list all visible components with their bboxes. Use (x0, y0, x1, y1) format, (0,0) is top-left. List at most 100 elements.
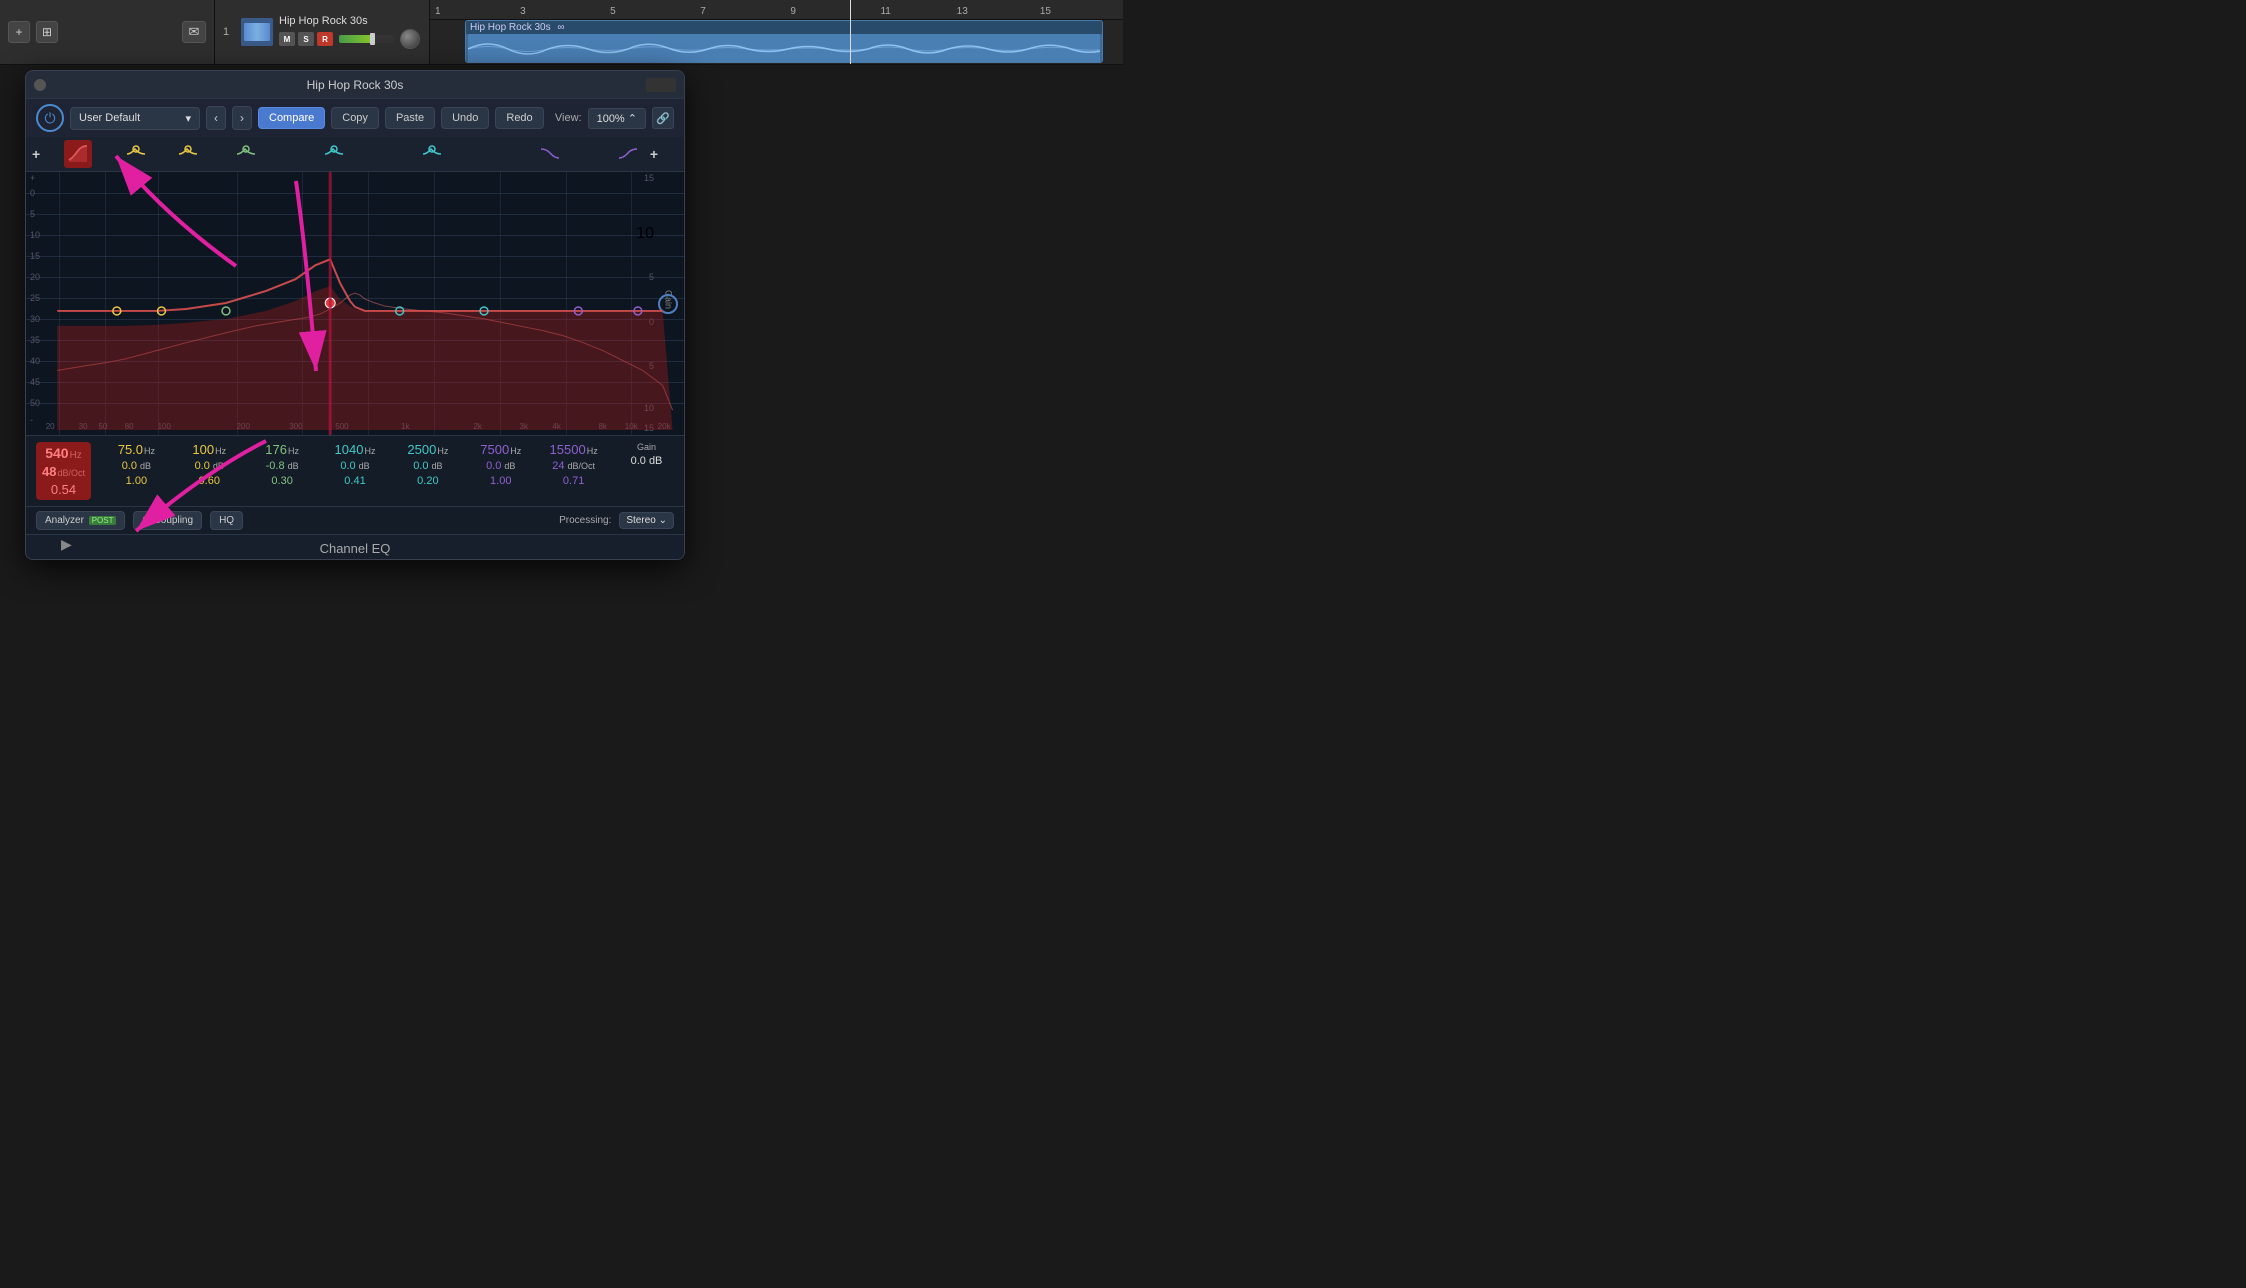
inbox-button[interactable]: ✉ (182, 21, 206, 43)
eq-close-button[interactable] (34, 79, 46, 91)
forward-button[interactable]: › (232, 106, 252, 130)
processing-select[interactable]: Stereo ⌄ (619, 512, 674, 529)
band-5-freq: 1040 (335, 442, 364, 457)
band-3-freq: 100 (192, 442, 214, 457)
band-8-freq: 15500 (550, 442, 586, 457)
analyzer-button[interactable]: Analyzer POST (36, 511, 125, 530)
band-5-freq-unit: Hz (364, 446, 375, 456)
band-4-params: 176 Hz -0.8 dB 0.30 (255, 442, 310, 487)
view-label: View: (555, 112, 582, 124)
band-4-db: -0.8 dB (266, 460, 299, 472)
eq-footer: Analyzer POST Q-Coupling HQ Processing: … (26, 506, 684, 534)
view-percent[interactable]: 100% ⌃ (588, 108, 646, 129)
ruler-mark-7: 7 (700, 6, 706, 17)
band-8-icon (617, 144, 639, 164)
processing-label: Processing: (559, 515, 611, 526)
band-1-freq: 540 (45, 445, 68, 461)
link-button[interactable]: 🔗 (652, 107, 674, 129)
undo-button[interactable]: Undo (441, 107, 489, 129)
band-1-q: 0.54 (51, 482, 76, 497)
paste-button[interactable]: Paste (385, 107, 435, 129)
audio-clip[interactable]: Hip Hop Rock 30s ∞ (465, 20, 1103, 63)
back-button[interactable]: ‹ (206, 106, 226, 130)
eq-maximize-button[interactable] (646, 78, 676, 92)
compare-button[interactable]: Compare (258, 107, 325, 129)
playhead (850, 0, 851, 64)
clip-waveform (468, 34, 1100, 63)
solo-button[interactable]: S (298, 32, 314, 46)
timeline-ruler: 1 3 5 7 9 11 13 15 (430, 0, 1123, 20)
band-1-db-unit: dB/Oct (57, 468, 85, 478)
clip-title: Hip Hop Rock 30s ∞ (466, 21, 1102, 34)
band-7-db: 0.0 dB (486, 460, 515, 472)
ruler-mark-9: 9 (790, 6, 796, 17)
ruler-mark-13: 13 (957, 6, 968, 17)
gain-params: Gain 0.0 dB (619, 442, 674, 467)
band-4-button[interactable] (232, 140, 260, 168)
band-3-button[interactable] (174, 140, 202, 168)
waveform-svg (468, 34, 1100, 63)
track-waveform-icon (244, 23, 270, 41)
preset-dropdown[interactable]: User Default ▾ (70, 107, 200, 130)
band-1-params: 540 Hz 48 dB/Oct 0.54 (36, 442, 91, 500)
add-track-button[interactable]: + (8, 21, 30, 43)
eq-display: + 0 5 10 15 20 25 30 35 40 45 50 - 15 10… (26, 171, 684, 436)
band-5-button[interactable] (320, 140, 348, 168)
band-6-q: 0.20 (417, 475, 438, 487)
band-4-icon (235, 144, 257, 164)
band-add-right[interactable]: + (650, 146, 658, 162)
channel-eq-title: Channel EQ (320, 541, 391, 556)
eq-curve-svg (26, 172, 684, 435)
preset-dropdown-arrow: ▾ (185, 112, 191, 125)
band-7-icon (539, 144, 561, 164)
view-control: View: 100% ⌃ 🔗 (555, 107, 674, 129)
band-2-q: 1.00 (126, 475, 147, 487)
band-2-button[interactable] (122, 140, 150, 168)
pan-knob[interactable] (400, 29, 420, 49)
band-6-button[interactable] (418, 140, 446, 168)
eq-power-button[interactable]: ⏻ (36, 104, 64, 132)
band-6-db: 0.0 dB (413, 460, 442, 472)
copy-button[interactable]: Copy (331, 107, 379, 129)
ruler-mark-11: 11 (880, 6, 890, 17)
band-2-freq: 75.0 (118, 442, 143, 457)
add-region-button[interactable]: ⊞ (36, 21, 58, 43)
track-header: 1 Hip Hop Rock 30s M S R (215, 0, 430, 64)
band-1-db: 48 (42, 464, 56, 479)
band-3-db: 0.0 dB (195, 460, 224, 472)
processing-arrow: ⌄ (659, 515, 667, 526)
band-4-freq-unit: Hz (288, 446, 299, 456)
band-3-params: 100 Hz 0.0 dB 0.60 (182, 442, 237, 487)
analyzer-label: Analyzer (45, 515, 84, 526)
band-1-button[interactable] (64, 140, 92, 168)
band-3-q: 0.60 (199, 475, 220, 487)
band-5-icon (323, 144, 345, 164)
hq-button[interactable]: HQ (210, 511, 243, 530)
band-6-params: 2500 Hz 0.0 dB 0.20 (400, 442, 455, 487)
band-4-point[interactable] (222, 307, 230, 315)
mute-button[interactable]: M (279, 32, 295, 46)
track-info: Hip Hop Rock 30s M S R (279, 15, 421, 49)
play-button[interactable]: ▶ (61, 536, 72, 553)
redo-button[interactable]: Redo (495, 107, 543, 129)
band-6-freq: 2500 (407, 442, 436, 457)
band-8-button[interactable] (614, 140, 642, 168)
gain-header: Gain (637, 442, 656, 452)
ruler-mark-15: 15 (1040, 6, 1051, 17)
band-3-freq-unit: Hz (215, 446, 226, 456)
band-add-left[interactable]: + (32, 146, 40, 162)
band-7-freq-unit: Hz (510, 446, 521, 456)
band-2-freq-unit: Hz (144, 446, 155, 456)
eq-toolbar: ⏻ User Default ▾ ‹ › Compare Copy Paste … (26, 99, 684, 137)
band-7-button[interactable] (536, 140, 564, 168)
track-name: Hip Hop Rock 30s (279, 15, 421, 27)
band-2-params: 75.0 Hz 0.0 dB 1.00 (109, 442, 164, 487)
band-7-q: 1.00 (490, 475, 511, 487)
track-number: 1 (223, 26, 235, 38)
record-button[interactable]: R (317, 32, 333, 46)
q-coupling-button[interactable]: Q-Coupling (133, 511, 202, 530)
eq-plugin-window: Hip Hop Rock 30s ⏻ User Default ▾ ‹ › Co… (25, 70, 685, 560)
volume-bar[interactable] (339, 35, 394, 43)
preset-name: User Default (79, 112, 140, 124)
daw-toolbar: + ⊞ ✉ (0, 0, 215, 64)
